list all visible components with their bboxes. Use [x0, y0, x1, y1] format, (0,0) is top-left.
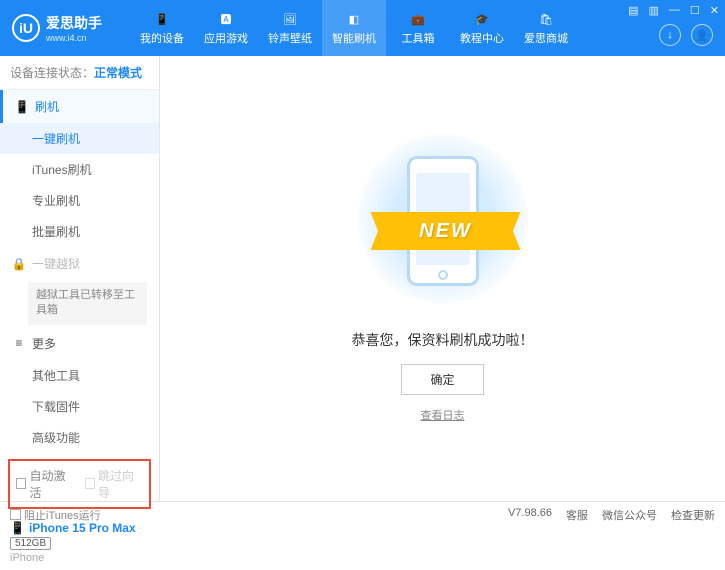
main-nav: 📱我的设备 🅰应用游戏 🖼铃声壁纸 ◧智能刷机 💼工具箱 🎓教程中心 🛍爱思商城: [130, 0, 578, 56]
logo-icon: iU: [12, 14, 40, 42]
checkbox-icon: [16, 478, 26, 489]
flash-icon: ◧: [345, 10, 363, 28]
footer-link-update[interactable]: 检查更新: [671, 507, 715, 523]
success-illustration: NEW: [353, 134, 533, 314]
nav-tutorial[interactable]: 🎓教程中心: [450, 0, 514, 56]
menu-icon[interactable]: ▤: [628, 4, 638, 17]
phone-icon: 📱: [153, 10, 171, 28]
checkbox-icon: [10, 509, 21, 520]
device-storage-badge: 512GB: [10, 537, 51, 550]
sidebar-item-download-firmware[interactable]: 下载固件: [0, 391, 159, 422]
skin-icon[interactable]: ▥: [649, 4, 659, 17]
sidebar-item-onekey-flash[interactable]: 一键刷机: [0, 123, 159, 154]
device-status: 设备连接状态：正常模式: [0, 56, 159, 90]
sidebar-item-batch-flash[interactable]: 批量刷机: [0, 216, 159, 247]
nav-flash[interactable]: ◧智能刷机: [322, 0, 386, 56]
device-phone-icon: 📱: [10, 521, 25, 535]
apps-icon: 🅰: [217, 10, 235, 28]
nav-toolbox[interactable]: 💼工具箱: [386, 0, 450, 56]
phone-flash-icon: 📱: [15, 100, 29, 114]
nav-ringtone[interactable]: 🖼铃声壁纸: [258, 0, 322, 56]
nav-mall[interactable]: 🛍爱思商城: [514, 0, 578, 56]
footer-link-service[interactable]: 客服: [566, 507, 588, 523]
window-controls: ▤ ▥ — ☐ ✕: [628, 4, 719, 17]
checkbox-skip-guide[interactable]: 跳过向导: [85, 467, 144, 501]
app-header: iU 爱思助手 www.i4.cn 📱我的设备 🅰应用游戏 🖼铃声壁纸 ◧智能刷…: [0, 0, 725, 56]
view-log-link[interactable]: 查看日志: [421, 407, 465, 423]
success-message: 恭喜您，保资料刷机成功啦！: [352, 330, 534, 350]
lock-icon: 🔒: [12, 257, 26, 271]
mall-icon: 🛍: [537, 10, 555, 28]
sidebar-item-pro-flash[interactable]: 专业刷机: [0, 185, 159, 216]
nav-apps[interactable]: 🅰应用游戏: [194, 0, 258, 56]
device-name[interactable]: 📱 iPhone 15 Pro Max: [10, 521, 149, 535]
sidebar-item-itunes-flash[interactable]: iTunes刷机: [0, 154, 159, 185]
version-label: V7.98.66: [508, 507, 552, 523]
sidebar-item-advanced[interactable]: 高级功能: [0, 422, 159, 453]
sidebar-group-jailbreak: 🔒 一键越狱: [0, 247, 159, 280]
app-title: 爱思助手: [46, 13, 102, 33]
sidebar-item-other-tools[interactable]: 其他工具: [0, 360, 159, 391]
sidebar-group-flash[interactable]: 📱 刷机: [0, 90, 159, 123]
ok-button[interactable]: 确定: [401, 364, 483, 395]
sidebar-group-more[interactable]: ≡ 更多: [0, 327, 159, 360]
more-icon: ≡: [12, 336, 26, 350]
checkbox-block-itunes[interactable]: 阻止iTunes运行: [10, 507, 101, 523]
main-content: NEW 恭喜您，保资料刷机成功啦！ 确定 查看日志: [160, 56, 725, 501]
minimize-icon[interactable]: —: [669, 4, 680, 17]
nav-my-device[interactable]: 📱我的设备: [130, 0, 194, 56]
options-highlight-box: 自动激活 跳过向导: [8, 459, 151, 509]
toolbox-icon: 💼: [409, 10, 427, 28]
checkbox-icon: [85, 478, 95, 489]
download-button[interactable]: ↓: [659, 24, 681, 46]
logo: iU 爱思助手 www.i4.cn: [12, 13, 102, 43]
close-icon[interactable]: ✕: [710, 4, 719, 17]
jailbreak-note: 越狱工具已转移至工具箱: [28, 282, 147, 325]
tutorial-icon: 🎓: [473, 10, 491, 28]
sidebar: 设备连接状态：正常模式 📱 刷机 一键刷机 iTunes刷机 专业刷机 批量刷机…: [0, 56, 160, 501]
checkbox-auto-activate[interactable]: 自动激活: [16, 467, 75, 501]
ringtone-icon: 🖼: [281, 10, 299, 28]
footer-link-wechat[interactable]: 微信公众号: [602, 507, 657, 523]
app-site: www.i4.cn: [46, 33, 102, 43]
new-ribbon: NEW: [371, 212, 521, 250]
maximize-icon[interactable]: ☐: [690, 4, 700, 17]
user-button[interactable]: 👤: [691, 24, 713, 46]
device-info: 📱 iPhone 15 Pro Max 512GB iPhone: [0, 515, 159, 570]
device-type: iPhone: [10, 552, 149, 564]
